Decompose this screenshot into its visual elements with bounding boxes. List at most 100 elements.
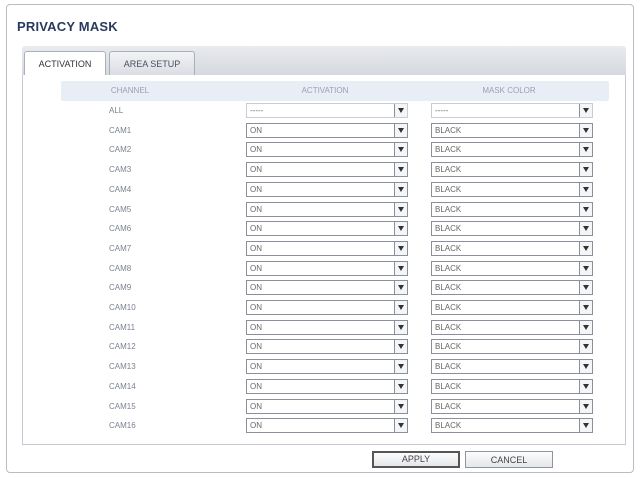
mask-color-select[interactable]: BLACK xyxy=(431,261,593,276)
activation-value: ON xyxy=(250,185,262,194)
mask-color-select[interactable]: BLACK xyxy=(431,162,593,177)
channel-label: CAM4 xyxy=(109,185,132,194)
mask-color-select[interactable]: BLACK xyxy=(431,418,593,433)
mask-color-select[interactable]: BLACK xyxy=(431,379,593,394)
chevron-down-icon[interactable] xyxy=(394,340,407,353)
header-channel: CHANNEL xyxy=(110,86,150,95)
activation-value: ON xyxy=(250,283,262,292)
mask-color-select[interactable]: BLACK xyxy=(431,241,593,256)
chevron-down-icon[interactable] xyxy=(579,242,592,255)
mask-color-select[interactable]: BLACK xyxy=(431,300,593,315)
chevron-down-icon[interactable] xyxy=(394,163,407,176)
chevron-down-icon[interactable] xyxy=(394,360,407,373)
activation-select[interactable]: ON xyxy=(246,162,408,177)
mask-color-select[interactable]: ----- xyxy=(431,103,593,118)
chevron-down-icon[interactable] xyxy=(579,183,592,196)
activation-select[interactable]: ON xyxy=(246,359,408,374)
chevron-down-icon[interactable] xyxy=(579,262,592,275)
activation-value: ON xyxy=(250,126,262,135)
activation-select[interactable]: ON xyxy=(246,339,408,354)
activation-select[interactable]: ON xyxy=(246,241,408,256)
chevron-down-icon[interactable] xyxy=(394,124,407,137)
chevron-down-icon[interactable] xyxy=(394,321,407,334)
mask-color-value: BLACK xyxy=(435,165,462,174)
activation-select[interactable]: ON xyxy=(246,261,408,276)
mask-color-value: BLACK xyxy=(435,382,462,391)
chevron-down-icon[interactable] xyxy=(579,143,592,156)
privacy-mask-dialog: PRIVACY MASK ACTIVATION AREA SETUP CHANN… xyxy=(6,4,634,473)
activation-select[interactable]: ----- xyxy=(246,103,408,118)
chevron-down-icon[interactable] xyxy=(394,143,407,156)
chevron-down-icon[interactable] xyxy=(394,222,407,235)
mask-color-select[interactable]: BLACK xyxy=(431,359,593,374)
chevron-down-icon[interactable] xyxy=(394,203,407,216)
chevron-down-icon[interactable] xyxy=(579,222,592,235)
chevron-down-icon[interactable] xyxy=(579,380,592,393)
chevron-down-icon[interactable] xyxy=(579,360,592,373)
mask-color-select[interactable]: BLACK xyxy=(431,339,593,354)
activation-select[interactable]: ON xyxy=(246,182,408,197)
channel-label: CAM5 xyxy=(109,205,132,214)
activation-select[interactable]: ON xyxy=(246,300,408,315)
activation-select[interactable]: ON xyxy=(246,123,408,138)
chevron-down-icon[interactable] xyxy=(394,242,407,255)
chevron-down-icon[interactable] xyxy=(579,301,592,314)
activation-select[interactable]: ON xyxy=(246,142,408,157)
table-row: CAM4 ON BLACK xyxy=(23,182,627,201)
chevron-down-icon[interactable] xyxy=(579,419,592,432)
chevron-down-icon[interactable] xyxy=(394,419,407,432)
chevron-down-icon[interactable] xyxy=(579,321,592,334)
activation-select[interactable]: ON xyxy=(246,418,408,433)
activation-select[interactable]: ON xyxy=(246,379,408,394)
chevron-down-icon[interactable] xyxy=(394,183,407,196)
chevron-down-icon[interactable] xyxy=(579,281,592,294)
activation-value: ON xyxy=(250,342,262,351)
chevron-down-icon[interactable] xyxy=(394,301,407,314)
activation-select[interactable]: ON xyxy=(246,202,408,217)
activation-value: ON xyxy=(250,224,262,233)
mask-color-value: BLACK xyxy=(435,205,462,214)
activation-value: ON xyxy=(250,303,262,312)
mask-color-select[interactable]: BLACK xyxy=(431,202,593,217)
activation-select[interactable]: ON xyxy=(246,320,408,335)
mask-color-select[interactable]: BLACK xyxy=(431,399,593,414)
activation-value: ----- xyxy=(250,106,264,115)
dialog-title: PRIVACY MASK xyxy=(17,19,118,34)
mask-color-value: BLACK xyxy=(435,126,462,135)
tab-bar: ACTIVATION AREA SETUP xyxy=(22,46,626,76)
activation-value: ON xyxy=(250,205,262,214)
chevron-down-icon[interactable] xyxy=(394,262,407,275)
tab-activation[interactable]: ACTIVATION xyxy=(24,51,106,76)
chevron-down-icon[interactable] xyxy=(394,400,407,413)
activation-panel: CHANNEL ACTIVATION MASK COLOR ALL ----- --… xyxy=(22,75,626,445)
mask-color-select[interactable]: BLACK xyxy=(431,280,593,295)
activation-select[interactable]: ON xyxy=(246,280,408,295)
chevron-down-icon[interactable] xyxy=(394,380,407,393)
chevron-down-icon[interactable] xyxy=(394,281,407,294)
chevron-down-icon[interactable] xyxy=(579,124,592,137)
activation-value: ON xyxy=(250,244,262,253)
chevron-down-icon[interactable] xyxy=(579,104,592,117)
mask-color-select[interactable]: BLACK xyxy=(431,182,593,197)
mask-color-select[interactable]: BLACK xyxy=(431,320,593,335)
chevron-down-icon[interactable] xyxy=(579,203,592,216)
chevron-down-icon[interactable] xyxy=(579,340,592,353)
mask-color-select[interactable]: BLACK xyxy=(431,123,593,138)
tab-area-setup[interactable]: AREA SETUP xyxy=(109,51,195,75)
channel-label: CAM16 xyxy=(109,421,136,430)
activation-select[interactable]: ON xyxy=(246,221,408,236)
activation-select[interactable]: ON xyxy=(246,399,408,414)
chevron-down-icon[interactable] xyxy=(579,163,592,176)
mask-color-value: BLACK xyxy=(435,342,462,351)
mask-color-select[interactable]: BLACK xyxy=(431,221,593,236)
chevron-down-icon[interactable] xyxy=(394,104,407,117)
cancel-button[interactable]: CANCEL xyxy=(465,451,553,468)
mask-color-select[interactable]: BLACK xyxy=(431,142,593,157)
mask-color-value: BLACK xyxy=(435,362,462,371)
chevron-down-icon[interactable] xyxy=(579,400,592,413)
activation-value: ON xyxy=(250,421,262,430)
mask-color-value: BLACK xyxy=(435,303,462,312)
mask-color-value: BLACK xyxy=(435,421,462,430)
mask-color-value: BLACK xyxy=(435,244,462,253)
apply-button[interactable]: APPLY xyxy=(372,451,460,468)
